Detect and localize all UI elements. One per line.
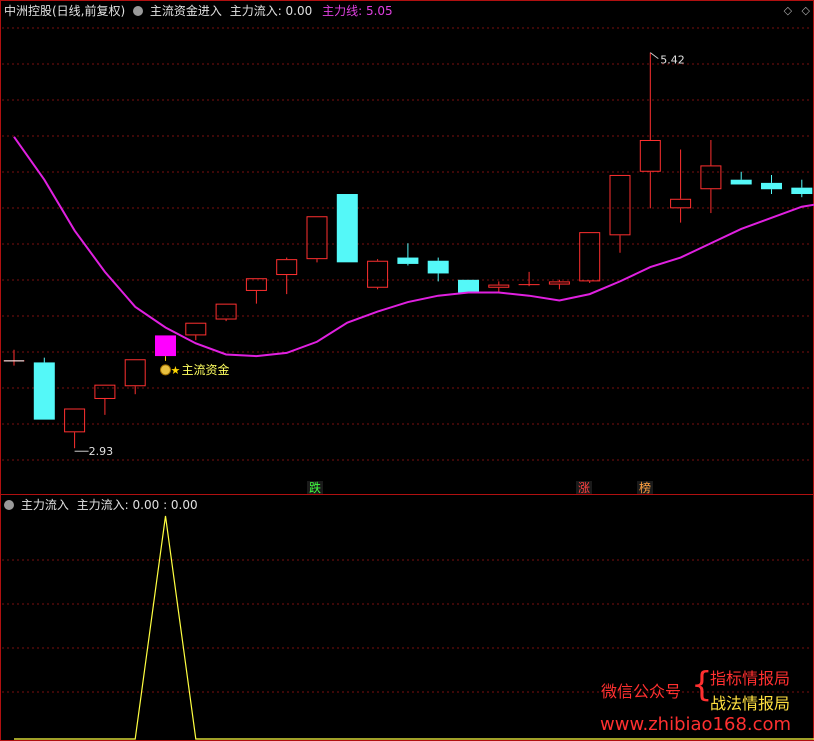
candle-body (700, 165, 722, 190)
tag-die: 跌 (307, 481, 324, 495)
candle (155, 335, 176, 361)
candle-body (306, 216, 328, 260)
candle-body (639, 139, 661, 172)
money-bag-icon (160, 364, 171, 376)
low-label: 2.93 (89, 445, 114, 458)
main-force-line (13, 136, 814, 358)
candle (64, 408, 86, 449)
candle (306, 216, 328, 263)
tag-bang: 榜 (637, 481, 654, 495)
candle (458, 279, 479, 293)
candle-body (33, 362, 55, 420)
candle (367, 259, 389, 290)
candle (215, 303, 237, 322)
candle-body (367, 260, 389, 288)
candle-body (579, 232, 601, 282)
candle-body (761, 182, 782, 190)
candle-body (94, 384, 116, 399)
inflow-line (14, 515, 814, 740)
candle-body (458, 279, 479, 293)
high-pointer (649, 52, 659, 59)
tag-zhang: 涨 (576, 481, 593, 495)
high-label: 5.42 (660, 54, 685, 67)
candle (397, 243, 419, 266)
candle (427, 257, 449, 282)
candlestick-chart: 5.42 2.93 ★ 主流资金 (2, 27, 814, 461)
candle-body (124, 359, 146, 387)
candle (245, 278, 267, 304)
candle (124, 359, 146, 395)
candle (94, 384, 116, 415)
candle (670, 149, 692, 223)
candle-body (397, 257, 419, 264)
candle-body (730, 179, 752, 185)
candle-body (276, 259, 298, 276)
watermark-brand2: 战法情报局 (710, 694, 791, 713)
candle (276, 257, 298, 295)
signal-label: 主流资金 (182, 362, 230, 377)
candle-body (427, 260, 449, 274)
candle (518, 271, 540, 287)
candle (185, 322, 207, 341)
watermark-url: www.zhibiao168.com (600, 714, 792, 735)
watermark-brand1: 指标情报局 (710, 669, 791, 688)
candle (548, 279, 570, 290)
candle-body (64, 408, 86, 433)
candle-body (488, 284, 510, 288)
candle-body (185, 322, 207, 336)
candle (488, 281, 510, 293)
candle (639, 52, 661, 209)
candle (33, 357, 55, 420)
candle-body (670, 198, 692, 209)
candle (700, 139, 722, 214)
candle (791, 179, 813, 198)
candle-body (548, 281, 570, 285)
candle (579, 232, 601, 283)
candle (336, 194, 358, 263)
candle (3, 349, 25, 366)
candle (761, 174, 782, 195)
candle (609, 174, 631, 253)
candle-body (155, 335, 176, 357)
watermark-wechat: 微信公众号 (601, 682, 682, 701)
candle-body (609, 174, 631, 236)
candle-body (791, 187, 813, 195)
star-icon: ★ (171, 364, 181, 377)
candle-body (336, 194, 358, 263)
candle (730, 171, 752, 185)
candle-body (215, 303, 237, 320)
